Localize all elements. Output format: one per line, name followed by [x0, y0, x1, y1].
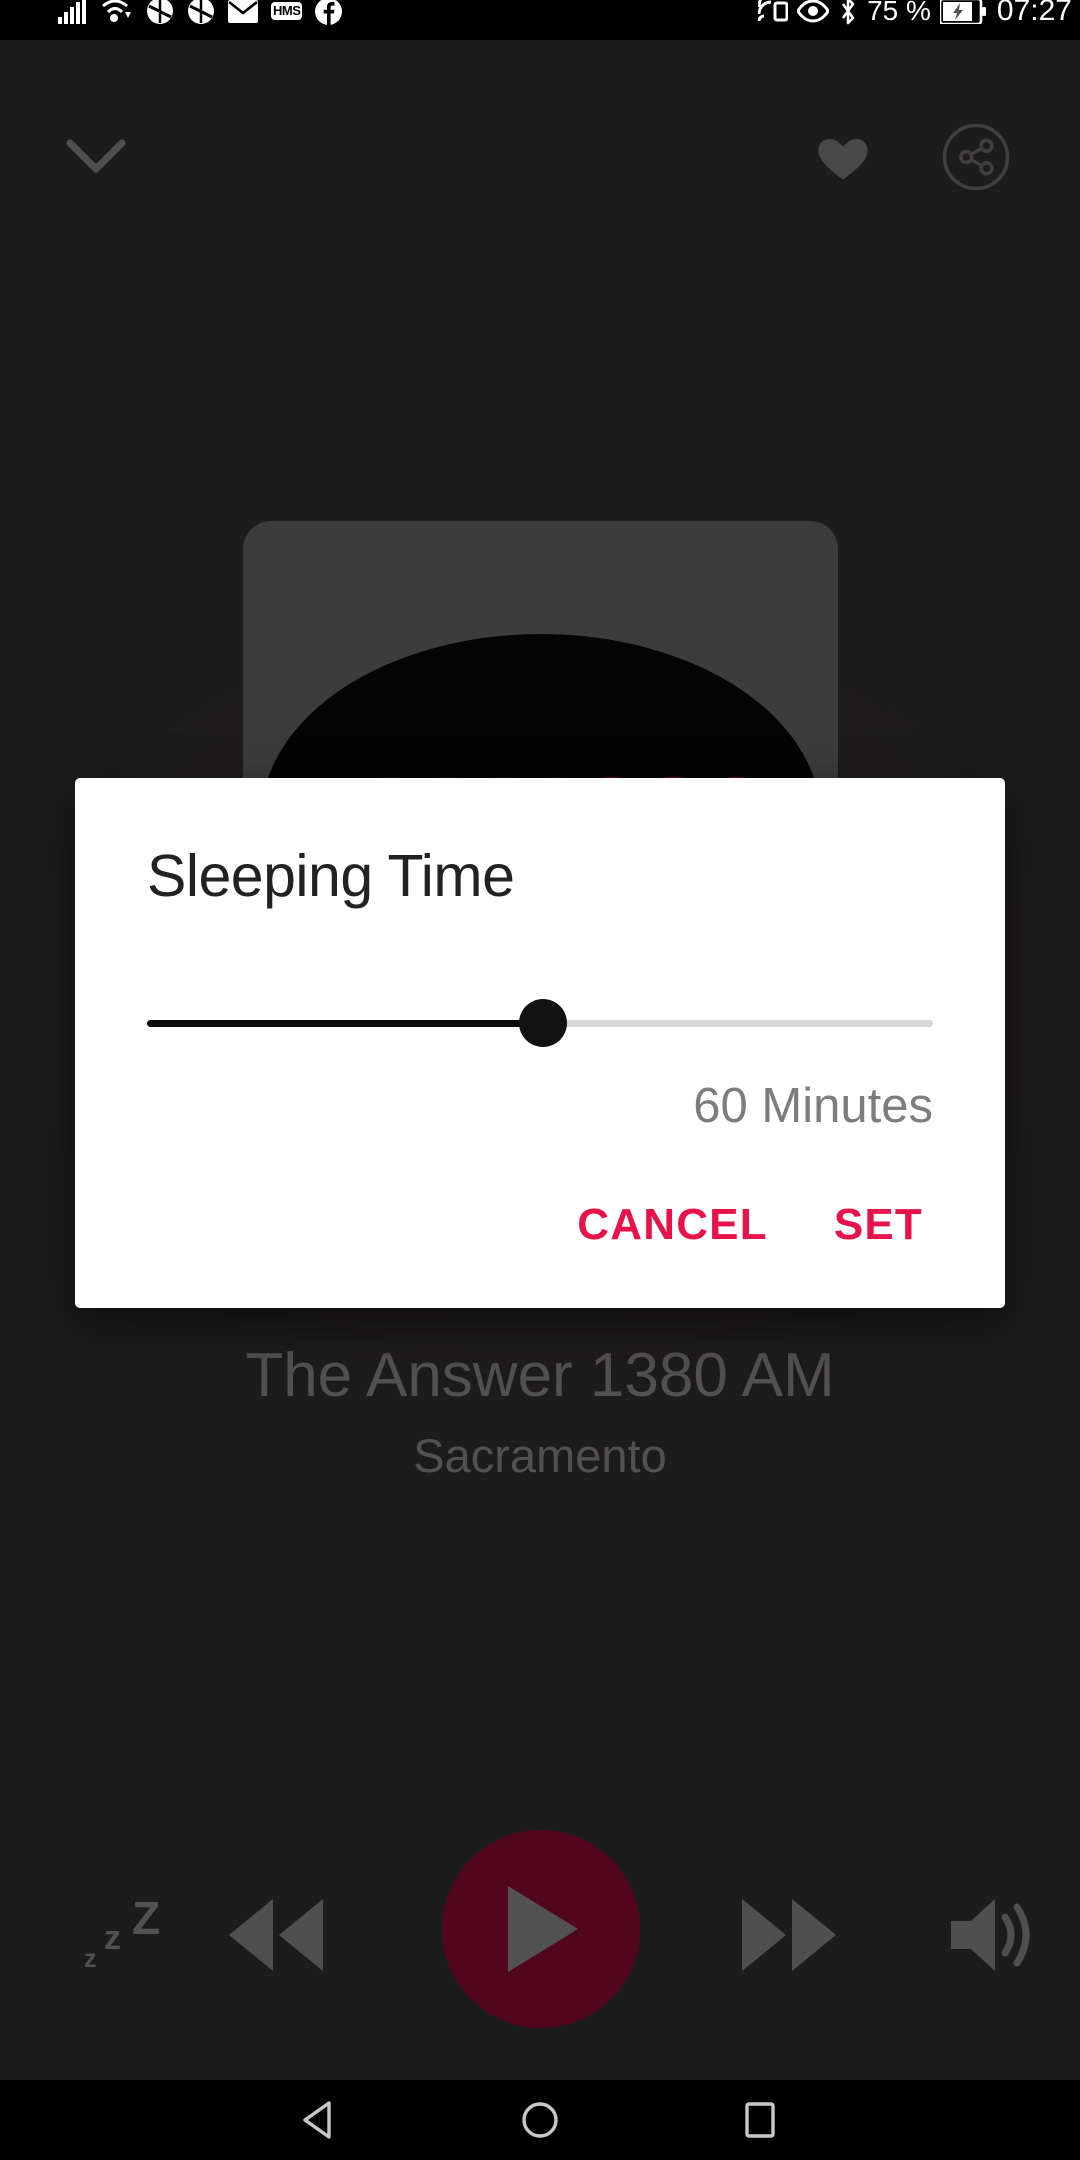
- sleep-duration-slider[interactable]: [147, 999, 933, 1047]
- clock-label: 07:27: [996, 0, 1072, 27]
- sleep-timer-icon: Z z z: [84, 1892, 161, 1973]
- eye-icon: [797, 0, 830, 23]
- email-icon: [228, 0, 258, 23]
- playback-controls: Z z z: [0, 1830, 1080, 2030]
- chevron-down-icon: [66, 139, 126, 173]
- nav-back-button[interactable]: [230, 2080, 410, 2160]
- slider-thumb[interactable]: [519, 999, 568, 1047]
- cancel-button[interactable]: CANCEL: [549, 1184, 796, 1266]
- slider-fill: [147, 1020, 544, 1027]
- volume-icon: [951, 1899, 1030, 1971]
- status-bar-right-icons: 75 % 07:27: [758, 0, 1072, 31]
- battery-percent-label: 75 %: [867, 0, 931, 26]
- recents-square-icon: [745, 2102, 775, 2138]
- phone-screen: AM1380 The Answer 1380 AM Sacramento Z z…: [0, 0, 1080, 2160]
- share-button[interactable]: [928, 112, 1024, 202]
- play-icon: [508, 1886, 578, 1972]
- status-bar: HMS 75 % 07:27: [0, 0, 1080, 40]
- facebook-icon: [315, 0, 343, 25]
- collapse-player-button[interactable]: [48, 112, 144, 202]
- app-alert-1-icon: [147, 0, 173, 24]
- wifi-icon: [102, 0, 131, 22]
- signal-bars-icon: [58, 0, 86, 24]
- rewind-button[interactable]: [195, 1860, 355, 2010]
- sleep-timer-button[interactable]: Z z z: [60, 1860, 210, 2010]
- fast-forward-button[interactable]: [710, 1860, 870, 2010]
- favorite-button[interactable]: [795, 112, 891, 202]
- nav-home-button[interactable]: [450, 2080, 630, 2160]
- play-button[interactable]: [442, 1830, 640, 2028]
- cast-icon: [758, 0, 789, 21]
- station-location: Sacramento: [413, 1429, 667, 1482]
- bluetooth-icon: [842, 0, 855, 25]
- hms-badge-icon: HMS: [271, 2, 303, 20]
- slider-value-label: 60 Minutes: [693, 1079, 933, 1133]
- set-button[interactable]: SET: [806, 1184, 957, 1266]
- battery-icon: [939, 0, 986, 24]
- rewind-icon: [229, 1899, 323, 1971]
- fast-forward-icon: [742, 1899, 836, 1971]
- app-alert-2-icon: [188, 0, 214, 24]
- share-icon: [942, 123, 1010, 191]
- back-triangle-icon: [303, 2101, 331, 2139]
- dialog-title: Sleeping Time: [147, 843, 515, 909]
- home-circle-icon: [522, 2102, 558, 2138]
- sleeping-time-dialog: Sleeping Time 60 Minutes CANCEL SET: [75, 778, 1005, 1308]
- volume-button[interactable]: [920, 1860, 1070, 2010]
- nav-recents-button[interactable]: [670, 2080, 850, 2160]
- player-top-bar: [0, 100, 1080, 210]
- heart-icon: [818, 139, 868, 180]
- dialog-actions: CANCEL SET: [75, 1134, 1005, 1302]
- status-bar-left-icons: HMS: [58, 0, 343, 31]
- android-navigation-bar: [0, 2080, 1080, 2160]
- station-title: The Answer 1380 AM: [245, 1341, 835, 1410]
